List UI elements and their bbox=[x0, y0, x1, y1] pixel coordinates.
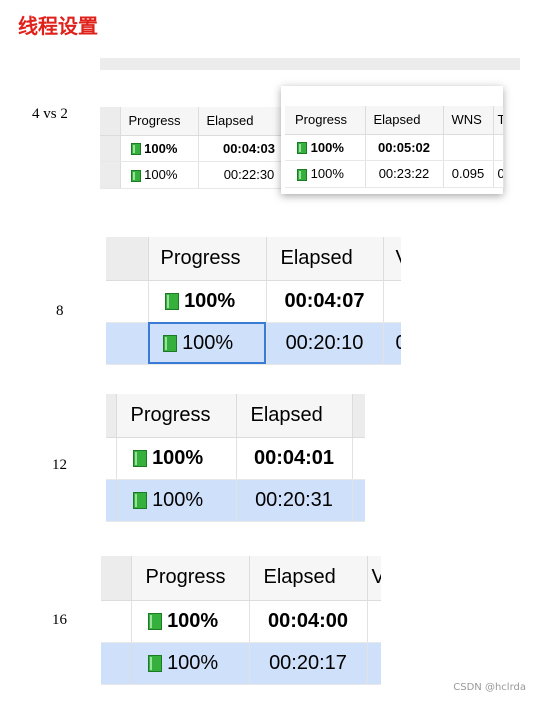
table-row[interactable]: 100% 00:04:07 bbox=[106, 280, 401, 323]
elapsed-value[interactable]: 00:23:22 bbox=[365, 160, 444, 188]
row-header-gutter bbox=[100, 107, 121, 136]
progress-icon bbox=[162, 334, 177, 352]
progress-icon bbox=[297, 168, 307, 181]
elapsed-value[interactable]: 00:20:10 bbox=[266, 322, 384, 365]
column-header-elapsed[interactable]: Elapsed bbox=[249, 556, 368, 601]
progress-value: 100% bbox=[184, 289, 236, 312]
results-table-16: Progress Elapsed V 100% 00:04:00 100% 00… bbox=[101, 556, 381, 685]
table-row[interactable]: 100% 00:23:22 0.095 0 bbox=[285, 160, 504, 188]
column-header-elapsed[interactable]: Elapsed bbox=[365, 106, 444, 135]
table-row-selected[interactable]: 100% 00:20:17 bbox=[101, 642, 381, 685]
results-table-left: Progress Elapsed 100% 00:04:03 100% 00:2… bbox=[100, 107, 301, 189]
column-header-extra[interactable]: V bbox=[383, 237, 401, 281]
elapsed-value[interactable]: 00:20:31 bbox=[236, 479, 353, 522]
progress-icon bbox=[132, 491, 147, 509]
comparison-popup: Progress Elapsed WNS TF 100% 00:05:02 10… bbox=[281, 86, 504, 194]
column-header-elapsed[interactable]: Elapsed bbox=[266, 237, 384, 281]
progress-value: 100% bbox=[152, 488, 204, 511]
progress-icon bbox=[130, 169, 141, 182]
progress-value: 100% bbox=[144, 167, 178, 182]
column-header-progress[interactable]: Progress bbox=[285, 106, 366, 135]
table-row-selected[interactable]: 100% 00:20:31 bbox=[106, 479, 365, 522]
table-row[interactable]: 100% 00:04:00 bbox=[101, 600, 381, 643]
progress-icon bbox=[164, 292, 179, 310]
page-title: 线程设置 bbox=[18, 14, 98, 38]
progress-icon bbox=[297, 142, 307, 155]
column-header-wns[interactable]: WNS bbox=[443, 106, 494, 135]
section-label-4vs2: 4 vs 2 bbox=[32, 106, 68, 122]
progress-value: 100% bbox=[152, 446, 204, 469]
column-header-extra[interactable]: V bbox=[367, 556, 381, 601]
column-header-elapsed[interactable]: Elapsed bbox=[236, 394, 353, 438]
progress-value: 100% bbox=[310, 139, 344, 155]
table-row-selected[interactable]: 100% 00:20:10 0 bbox=[106, 322, 401, 365]
tf-value[interactable] bbox=[493, 134, 504, 161]
table-row[interactable]: 100% 00:04:01 bbox=[106, 437, 365, 480]
wns-value[interactable] bbox=[443, 134, 494, 161]
tf-value[interactable]: 0 bbox=[493, 160, 504, 188]
extra-value[interactable]: 0 bbox=[383, 322, 401, 365]
progress-icon bbox=[132, 449, 147, 467]
column-header-progress[interactable]: Progress bbox=[148, 237, 267, 281]
section-label-16: 16 bbox=[52, 612, 67, 628]
column-header-tf[interactable]: TF bbox=[493, 106, 504, 135]
progress-value: 100% bbox=[144, 140, 178, 156]
table-row[interactable]: 100% 00:05:02 bbox=[285, 134, 504, 161]
table-row[interactable]: 100% 00:22:30 bbox=[100, 161, 301, 189]
elapsed-value[interactable]: 00:20:17 bbox=[249, 642, 368, 685]
progress-icon bbox=[130, 143, 141, 156]
wns-value[interactable]: 0.095 bbox=[443, 160, 494, 188]
elapsed-value[interactable]: 00:04:07 bbox=[266, 280, 384, 323]
progress-value: 100% bbox=[167, 651, 219, 674]
section-label-12: 12 bbox=[52, 457, 67, 473]
progress-icon bbox=[147, 612, 162, 630]
progress-value: 100% bbox=[182, 331, 234, 354]
elapsed-value[interactable]: 00:04:01 bbox=[236, 437, 353, 480]
column-header-progress[interactable]: Progress bbox=[116, 394, 237, 438]
section-label-8: 8 bbox=[56, 303, 64, 319]
progress-value: 100% bbox=[167, 609, 219, 632]
table-row[interactable]: 100% 00:04:03 bbox=[100, 135, 301, 162]
elapsed-value[interactable]: 00:05:02 bbox=[365, 134, 444, 161]
toolbar-strip bbox=[100, 58, 520, 70]
elapsed-value[interactable]: 00:04:00 bbox=[249, 600, 368, 643]
progress-value: 100% bbox=[310, 166, 344, 181]
results-table-right: Progress Elapsed WNS TF 100% 00:05:02 10… bbox=[285, 106, 504, 188]
column-header-progress[interactable]: Progress bbox=[131, 556, 250, 601]
progress-icon bbox=[147, 654, 162, 672]
watermark-footer: CSDN @hclrda bbox=[453, 682, 526, 693]
results-table-12: Progress Elapsed 100% 00:04:01 100% 00:2… bbox=[106, 394, 365, 522]
focused-cell[interactable]: 100% bbox=[148, 322, 267, 365]
results-table-8: Progress Elapsed V 100% 00:04:07 100% 00… bbox=[106, 237, 401, 365]
column-header-progress[interactable]: Progress bbox=[120, 107, 199, 136]
